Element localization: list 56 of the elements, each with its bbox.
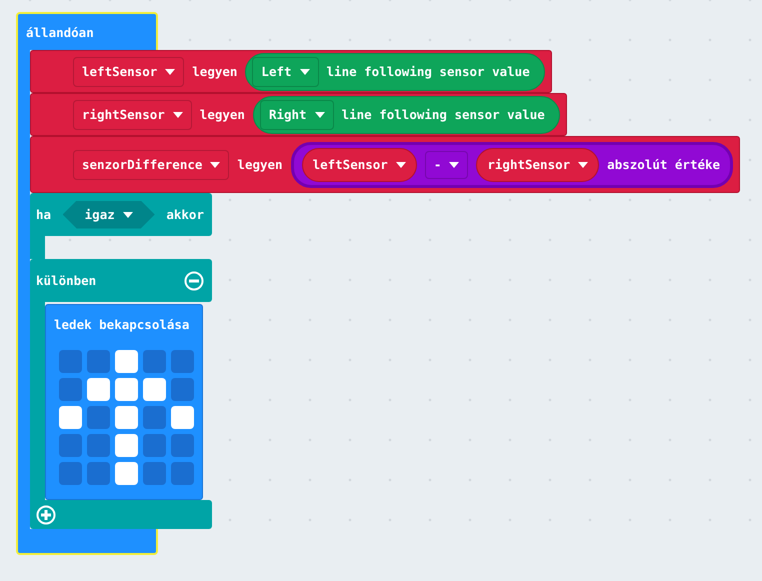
caret-icon bbox=[172, 112, 183, 118]
block-label: legyen bbox=[192, 64, 238, 79]
caret-icon bbox=[210, 162, 220, 168]
caret-icon bbox=[165, 68, 176, 74]
led-toggle[interactable] bbox=[87, 378, 110, 401]
variable-dropdown[interactable]: rightSensor bbox=[73, 100, 192, 130]
led-toggle[interactable] bbox=[171, 434, 194, 457]
variable-dropdown[interactable]: leftSensor bbox=[73, 56, 184, 86]
led-toggle[interactable] bbox=[171, 350, 194, 373]
block-label: abszolút értéke bbox=[607, 157, 720, 172]
caret-icon bbox=[396, 162, 406, 168]
caret-icon bbox=[314, 112, 325, 118]
caret-icon bbox=[122, 212, 133, 218]
led-toggle[interactable] bbox=[87, 350, 110, 373]
sensor-dropdown[interactable]: Right bbox=[260, 100, 334, 130]
block-label: akkor bbox=[166, 207, 204, 222]
condition-dropdown[interactable]: igaz bbox=[62, 200, 155, 228]
block-label: legyen bbox=[200, 107, 245, 122]
led-toggle[interactable] bbox=[59, 434, 82, 457]
sensor-dropdown[interactable]: Left bbox=[252, 56, 319, 86]
variable-dropdown[interactable]: leftSensor bbox=[302, 148, 417, 182]
variable-dropdown[interactable]: rightSensor bbox=[476, 148, 600, 182]
caret-icon bbox=[449, 162, 460, 168]
led-toggle[interactable] bbox=[143, 462, 166, 485]
led-toggle[interactable] bbox=[59, 462, 82, 485]
block-label: különben bbox=[36, 273, 96, 288]
led-toggle[interactable] bbox=[115, 406, 138, 429]
led-toggle[interactable] bbox=[115, 434, 138, 457]
led-toggle[interactable] bbox=[87, 434, 110, 457]
led-toggle[interactable] bbox=[171, 462, 194, 485]
caret-icon bbox=[300, 68, 310, 74]
led-toggle[interactable] bbox=[115, 462, 138, 485]
led-toggle[interactable] bbox=[115, 350, 138, 373]
led-toggle[interactable] bbox=[115, 378, 138, 401]
minus-circle-icon[interactable] bbox=[184, 270, 204, 290]
led-toggle[interactable] bbox=[87, 406, 110, 429]
block-label: legyen bbox=[237, 157, 283, 172]
led-toggle[interactable] bbox=[143, 434, 166, 457]
led-toggle[interactable] bbox=[59, 378, 82, 401]
led-toggle[interactable] bbox=[143, 406, 166, 429]
led-toggle[interactable] bbox=[171, 378, 194, 401]
variable-dropdown[interactable]: senzorDifference bbox=[73, 150, 230, 180]
caret-icon bbox=[578, 162, 588, 168]
block-label: ledek bekapcsolása bbox=[54, 317, 190, 332]
block-label: line following sensor value bbox=[326, 64, 530, 79]
led-toggle[interactable] bbox=[171, 406, 194, 429]
led-toggle[interactable] bbox=[87, 462, 110, 485]
block-label: ha bbox=[36, 207, 52, 222]
operator-dropdown[interactable]: - bbox=[424, 150, 468, 178]
forever-block-header: állandóan bbox=[16, 12, 158, 50]
plus-circle-icon[interactable] bbox=[36, 504, 56, 524]
led-toggle[interactable] bbox=[59, 350, 82, 373]
block-label: line following sensor value bbox=[342, 107, 545, 122]
led-toggle[interactable] bbox=[143, 350, 166, 373]
led-toggle[interactable] bbox=[59, 406, 82, 429]
led-toggle[interactable] bbox=[143, 378, 166, 401]
